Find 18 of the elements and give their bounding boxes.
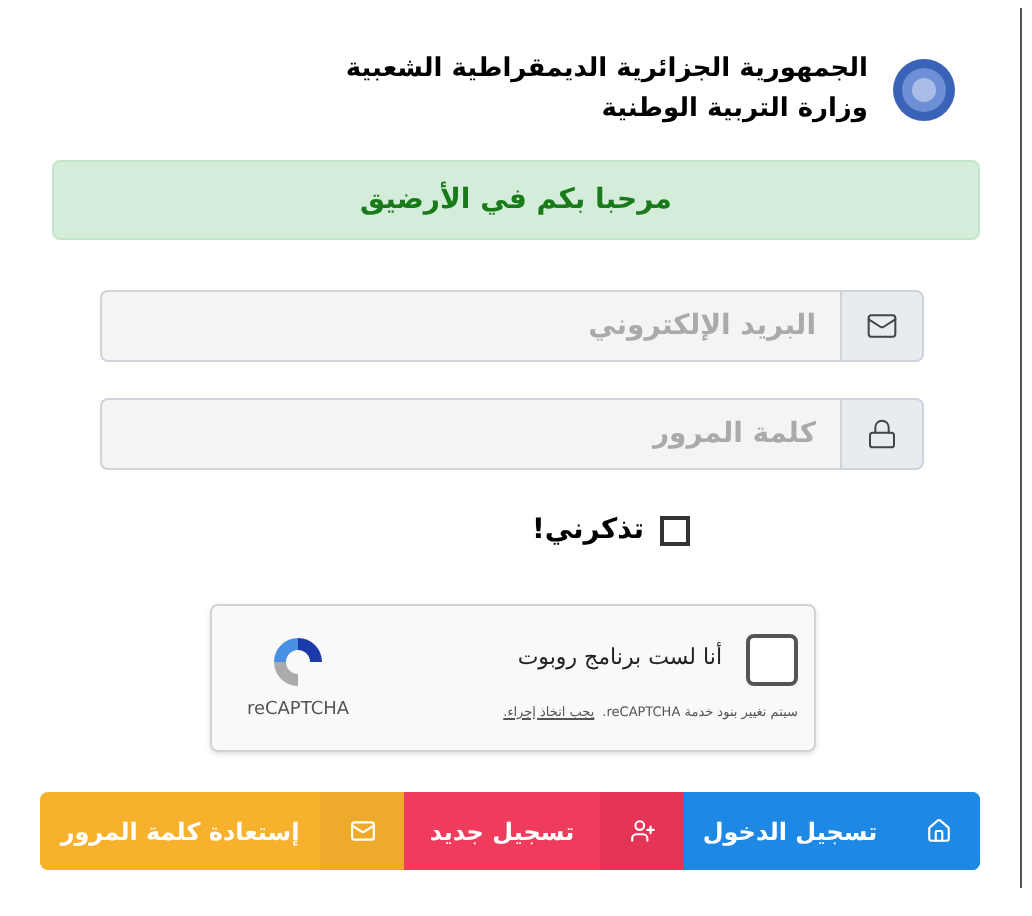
email-field[interactable]: البريد الإلكتروني xyxy=(100,290,840,362)
register-button[interactable]: تسجيل جديد xyxy=(404,792,684,870)
captcha-checkbox[interactable] xyxy=(746,633,798,686)
envelope-icon xyxy=(349,818,375,844)
home-icon xyxy=(925,818,951,844)
emblem-icon xyxy=(892,58,956,122)
header-title: الجمهورية الجزائرية الديمقراطية الشعبية xyxy=(345,52,868,88)
lock-icon xyxy=(866,418,898,450)
login-button[interactable]: تسجيل الدخول xyxy=(684,792,980,870)
welcome-message: مرحبا بكم في الأرضيق xyxy=(360,179,672,219)
remember-label: تذكرني! xyxy=(532,512,644,550)
envelope-icon xyxy=(866,310,898,342)
captcha-label: أنا لست برنامج روبوت xyxy=(517,642,722,675)
user-plus-icon xyxy=(629,818,655,844)
header-subtitle: وزارة التربية الوطنية xyxy=(599,92,868,128)
password-field[interactable]: كلمة المرور xyxy=(100,398,840,470)
remember-checkbox[interactable] xyxy=(660,516,690,546)
recaptcha-brand: reCAPTCHA xyxy=(246,697,350,724)
